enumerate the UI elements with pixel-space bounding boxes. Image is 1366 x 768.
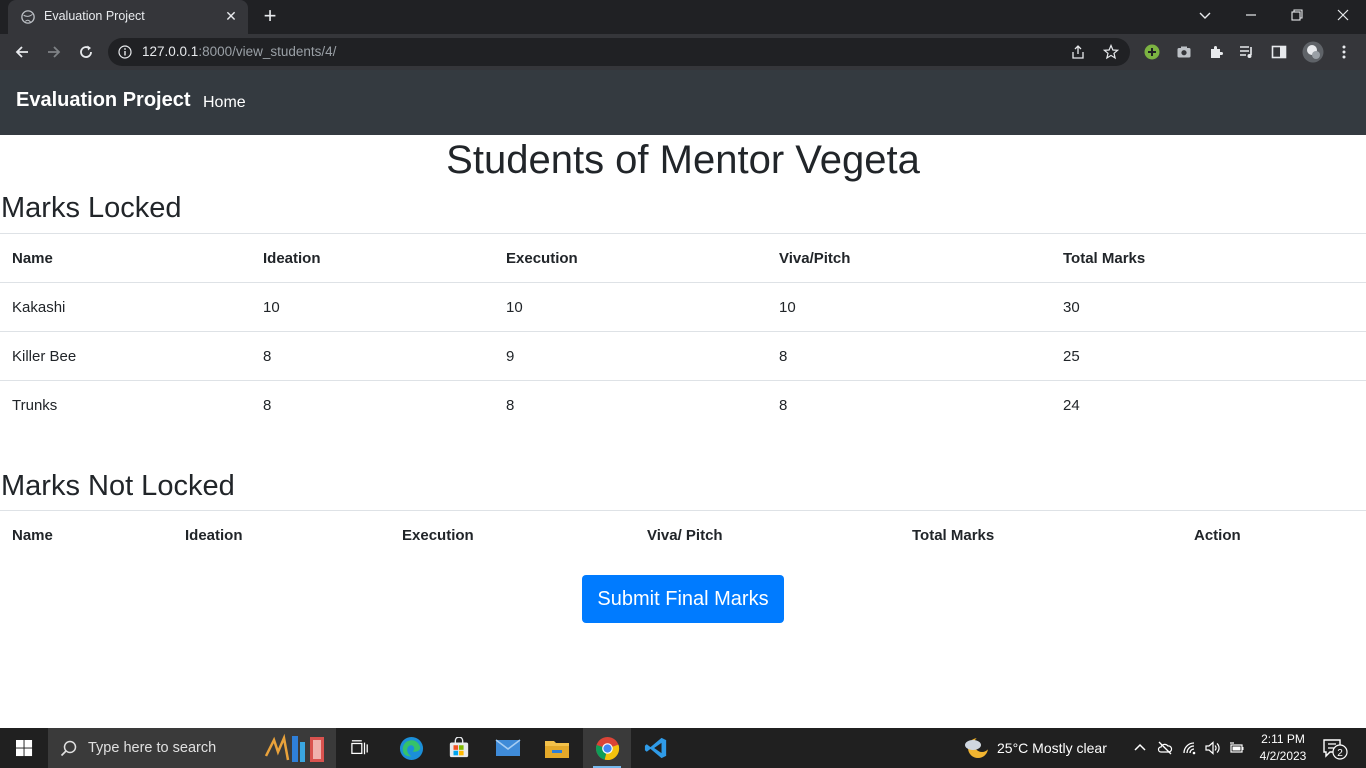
marks-locked-heading: Marks Locked: [1, 192, 182, 224]
total-marks: 30: [1051, 282, 1366, 332]
site-info-icon[interactable]: [118, 45, 132, 59]
cloud-offline-icon[interactable]: [1156, 739, 1174, 757]
bookmark-star-icon[interactable]: [1103, 44, 1119, 60]
media-queue-icon[interactable]: [1238, 43, 1256, 61]
ideation-mark: 10: [251, 282, 494, 332]
notification-count: 2: [1337, 748, 1343, 759]
back-arrow-icon[interactable]: [8, 38, 36, 66]
weather-text[interactable]: 25°C Mostly clear: [997, 740, 1107, 756]
start-windows-icon[interactable]: [0, 728, 48, 768]
file-explorer-icon[interactable]: [533, 728, 581, 768]
ideation-mark: 8: [251, 331, 494, 381]
student-name: Trunks: [0, 380, 251, 430]
browser-tab-strip: Evaluation Project ✕ +: [0, 0, 1366, 34]
column-header: Action: [1182, 510, 1366, 560]
windows-taskbar: Type here to search 25°C Mostly clear 2:…: [0, 728, 1366, 768]
microsoft-store-icon[interactable]: [435, 728, 483, 768]
wifi-icon[interactable]: [1181, 739, 1199, 757]
forward-arrow-icon[interactable]: [40, 38, 68, 66]
table-row: Killer Bee 8 9 8 25: [0, 331, 1366, 381]
url-text: 127.0.0.1:8000/view_students/4/: [142, 44, 336, 59]
marks-locked-table: Name Ideation Execution Viva/Pitch Total…: [0, 233, 1366, 430]
new-tab-button[interactable]: +: [258, 5, 282, 29]
extensions-puzzle-icon[interactable]: [1207, 43, 1225, 61]
column-header: Total Marks: [1051, 233, 1366, 283]
close-window-icon[interactable]: [1320, 0, 1366, 30]
total-marks: 24: [1051, 380, 1366, 430]
profile-avatar[interactable]: [1302, 41, 1324, 63]
url-path: :8000/view_students/4/: [198, 44, 337, 59]
column-header: Viva/ Pitch: [635, 510, 900, 560]
site-navbar: Evaluation Project Home: [0, 70, 1366, 135]
execution-mark: 10: [494, 282, 767, 332]
page-title: Students of Mentor Vegeta: [446, 138, 920, 182]
column-header: Ideation: [251, 233, 494, 283]
globe-icon: [21, 10, 35, 24]
execution-mark: 9: [494, 331, 767, 381]
total-marks: 25: [1051, 331, 1366, 381]
table-row: Kakashi 10 10 10 30: [0, 282, 1366, 332]
table-header-row: Name Ideation Execution Viva/Pitch Total…: [0, 233, 1366, 283]
extension-green-plus-icon[interactable]: [1143, 43, 1161, 61]
tab-search-chevron-icon[interactable]: [1192, 4, 1218, 26]
column-header: Name: [0, 510, 173, 560]
ideation-mark: 8: [251, 380, 494, 430]
viva-pitch-mark: 8: [767, 380, 1051, 430]
column-header: Viva/Pitch: [767, 233, 1051, 283]
execution-mark: 8: [494, 380, 767, 430]
edge-browser-icon[interactable]: [387, 728, 435, 768]
vscode-icon[interactable]: [632, 728, 680, 768]
address-bar[interactable]: 127.0.0.1:8000/view_students/4/: [108, 38, 1130, 66]
viva-pitch-mark: 10: [767, 282, 1051, 332]
taskbar-search-box[interactable]: Type here to search: [48, 728, 336, 768]
search-placeholder: Type here to search: [88, 740, 217, 756]
menu-kebab-icon[interactable]: [1335, 43, 1353, 61]
marks-not-locked-table: Name Ideation Execution Viva/ Pitch Tota…: [0, 510, 1366, 560]
clock-date[interactable]: 4/2/2023: [1254, 749, 1312, 763]
restore-icon[interactable]: [1274, 0, 1320, 30]
student-name: Kakashi: [0, 282, 251, 332]
weather-moon-cloud-icon: [965, 736, 990, 758]
submit-final-marks-button[interactable]: Submit Final Marks: [582, 575, 784, 623]
share-icon[interactable]: [1070, 44, 1086, 60]
column-header: Total Marks: [900, 510, 1182, 560]
table-row: Trunks 8 8 8 24: [0, 380, 1366, 430]
chrome-browser-icon[interactable]: [583, 728, 631, 768]
side-panel-icon[interactable]: [1270, 43, 1288, 61]
minimize-icon[interactable]: [1228, 0, 1274, 30]
url-host: 127.0.0.1: [142, 44, 199, 59]
navbar-brand[interactable]: Evaluation Project: [16, 89, 191, 112]
nav-link-home[interactable]: Home: [203, 94, 246, 112]
search-icon: [60, 740, 77, 757]
clock-time[interactable]: 2:11 PM: [1258, 732, 1308, 746]
marks-not-locked-heading: Marks Not Locked: [1, 470, 235, 502]
camera-icon[interactable]: [1175, 43, 1193, 61]
notification-center-icon[interactable]: 2: [1322, 738, 1348, 760]
column-header: Execution: [494, 233, 767, 283]
chevron-up-icon[interactable]: [1131, 739, 1149, 757]
tab-title: Evaluation Project: [44, 9, 145, 23]
browser-tab[interactable]: Evaluation Project ✕: [8, 0, 248, 34]
column-header: Ideation: [173, 510, 390, 560]
mail-icon[interactable]: [484, 728, 532, 768]
task-view-icon[interactable]: [336, 728, 384, 768]
viva-pitch-mark: 8: [767, 331, 1051, 381]
browser-toolbar: 127.0.0.1:8000/view_students/4/: [0, 34, 1366, 70]
reload-icon[interactable]: [72, 38, 100, 66]
column-header: Name: [0, 233, 251, 283]
column-header: Execution: [390, 510, 635, 560]
student-name: Killer Bee: [0, 331, 251, 381]
battery-charging-icon[interactable]: [1228, 739, 1246, 757]
close-tab-icon[interactable]: ✕: [222, 7, 240, 25]
volume-icon[interactable]: [1203, 739, 1221, 757]
table-header-row: Name Ideation Execution Viva/ Pitch Tota…: [0, 510, 1366, 560]
search-highlight-illustration-icon: [264, 733, 324, 762]
